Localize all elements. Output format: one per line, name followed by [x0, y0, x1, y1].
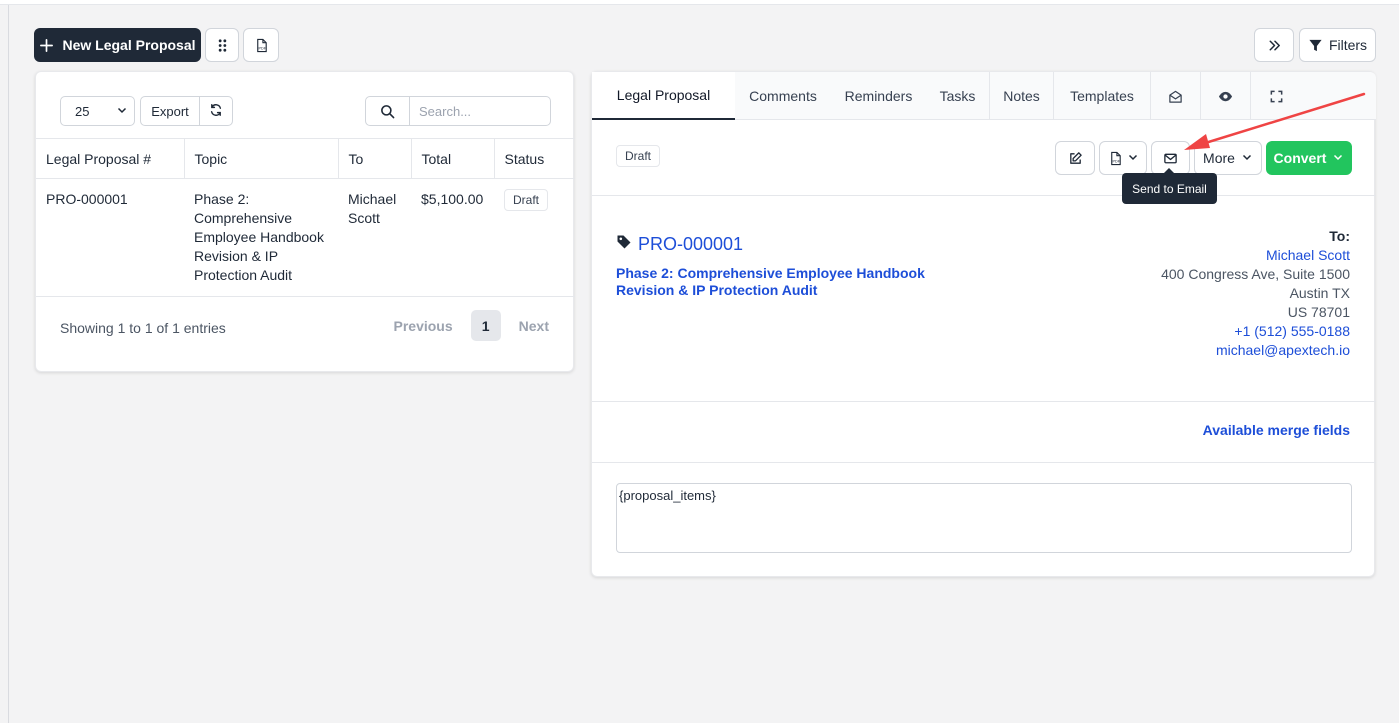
toggle-panel-button[interactable] — [1254, 28, 1294, 62]
pagination: Previous 1 Next — [394, 310, 549, 341]
recipient-block: To: Michael Scott 400 Congress Ave, Suit… — [1161, 227, 1350, 360]
filters-label: Filters — [1328, 37, 1368, 53]
entries-info: Showing 1 to 1 of 1 entries — [60, 320, 226, 336]
plus-icon — [39, 38, 54, 53]
chevron-down-icon — [116, 104, 128, 119]
tab-reminders[interactable]: Reminders — [831, 72, 926, 120]
column-header-to[interactable]: To — [338, 138, 412, 179]
divider — [592, 462, 1376, 463]
recipient-country-zip: US 78701 — [1287, 304, 1350, 320]
recipient-name[interactable]: Michael Scott — [1161, 246, 1350, 265]
tag-icon — [616, 234, 632, 255]
divider — [592, 195, 1376, 196]
recipient-address: 400 Congress Ave, Suite 1500 — [1161, 266, 1350, 282]
tab-tasks[interactable]: Tasks — [926, 72, 990, 120]
export-button[interactable]: Export — [140, 96, 200, 126]
column-header-topic[interactable]: Topic — [184, 138, 339, 179]
convert-dropdown-button[interactable]: Convert — [1266, 141, 1352, 175]
chevron-down-icon — [1127, 150, 1139, 166]
edit-button[interactable] — [1055, 141, 1095, 175]
tab-email-tracking[interactable] — [1151, 72, 1201, 120]
envelope-icon — [1163, 151, 1178, 166]
next-page-button[interactable]: Next — [519, 318, 549, 334]
pdf-export-button[interactable]: PDF — [243, 28, 279, 62]
proposal-subject-line1: Phase 2: Comprehensive Employee Handbook — [616, 265, 925, 281]
new-legal-proposal-button[interactable]: New Legal Proposal — [34, 28, 201, 62]
pdf-file-icon: PDF — [1108, 151, 1123, 166]
per-page-select[interactable]: 25 — [60, 96, 135, 126]
recipient-phone[interactable]: +1 (512) 555-0188 — [1161, 322, 1350, 341]
top-strip — [0, 0, 1399, 5]
available-merge-fields-link[interactable]: Available merge fields — [1203, 422, 1350, 438]
column-header-status[interactable]: Status — [494, 138, 575, 179]
recipient-email[interactable]: michael@apextech.io — [1161, 341, 1350, 360]
pdf-file-icon: PDF — [254, 38, 269, 53]
double-chevron-right-icon — [1267, 38, 1282, 53]
tab-templates[interactable]: Templates — [1054, 72, 1151, 120]
cell-to: Michael Scott — [338, 178, 411, 297]
chevron-down-icon — [1241, 150, 1253, 166]
proposal-number-heading[interactable]: PRO-000001 — [616, 234, 743, 255]
tab-fullscreen[interactable] — [1251, 72, 1301, 120]
fullscreen-icon — [1269, 89, 1284, 104]
new-legal-proposal-label: New Legal Proposal — [62, 37, 196, 53]
current-page-button[interactable]: 1 — [470, 310, 501, 341]
per-page-value: 25 — [75, 103, 90, 119]
search-input[interactable] — [410, 96, 551, 126]
table-header-row: Legal Proposal # Topic To Total Status — [36, 138, 575, 179]
svg-text:PDF: PDF — [258, 46, 266, 50]
cell-topic: Phase 2: Comprehensive Employee Handbook… — [184, 178, 338, 297]
tab-views[interactable] — [1201, 72, 1251, 120]
grid-dots-icon — [215, 38, 230, 53]
cell-proposal-number[interactable]: PRO-000001 — [36, 178, 184, 297]
proposal-subject[interactable]: Phase 2: Comprehensive Employee Handbook… — [616, 265, 966, 299]
recipient-city: Austin TX — [1289, 285, 1350, 301]
envelope-open-icon — [1168, 89, 1183, 104]
convert-label: Convert — [1273, 150, 1327, 166]
to-label: To: — [1329, 228, 1350, 244]
cell-status: Draft — [494, 178, 575, 297]
proposal-items-field[interactable]: {proposal_items} — [616, 483, 1352, 553]
proposal-number: PRO-000001 — [638, 234, 744, 254]
proposals-table: Legal Proposal # Topic To Total Status P… — [36, 138, 575, 297]
left-divider — [8, 5, 9, 723]
search-group — [365, 96, 551, 126]
column-header-total[interactable]: Total — [411, 138, 495, 179]
grid-view-button[interactable] — [205, 28, 239, 62]
status-badge: Draft — [504, 189, 549, 211]
proposals-list-card: 25 Export Legal Proposal # Topic To To — [35, 71, 575, 372]
svg-text:PDF: PDF — [1112, 159, 1120, 163]
table-row[interactable]: PRO-000001 Phase 2: Comprehensive Employ… — [36, 178, 575, 297]
detail-tabs: Legal Proposal Comments Reminders Tasks … — [592, 72, 1376, 120]
proposal-status-badge: Draft — [616, 145, 661, 167]
edit-icon — [1068, 151, 1083, 166]
tab-notes[interactable]: Notes — [990, 72, 1054, 120]
proposal-subject-line2: Revision & IP Protection Audit — [616, 282, 818, 298]
previous-page-button[interactable]: Previous — [394, 318, 453, 334]
chevron-down-icon — [1332, 150, 1344, 166]
pdf-dropdown-button[interactable]: PDF — [1099, 141, 1147, 175]
refresh-icon — [209, 103, 223, 120]
eye-icon — [1218, 89, 1233, 104]
tab-comments[interactable]: Comments — [735, 72, 831, 120]
tab-legal-proposal[interactable]: Legal Proposal — [592, 72, 735, 120]
divider — [592, 401, 1376, 402]
cell-total: $5,100.00 — [411, 178, 494, 297]
column-header-number[interactable]: Legal Proposal # — [36, 138, 185, 179]
proposal-detail-card: Legal Proposal Comments Reminders Tasks … — [591, 71, 1376, 577]
more-dropdown-button[interactable]: More — [1194, 141, 1262, 175]
search-icon[interactable] — [365, 96, 410, 126]
more-label: More — [1203, 150, 1235, 166]
refresh-button[interactable] — [199, 96, 233, 126]
filter-icon — [1308, 38, 1323, 53]
send-to-email-tooltip: Send to Email — [1122, 168, 1217, 204]
filters-button[interactable]: Filters — [1299, 28, 1376, 62]
